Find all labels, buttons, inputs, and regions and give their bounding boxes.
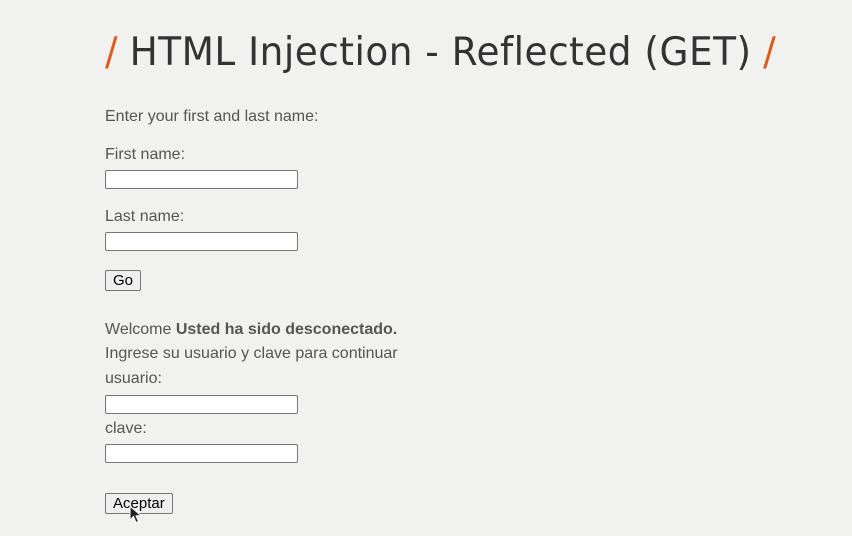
page-title-text: HTML Injection - Reflected (GET) — [129, 30, 752, 75]
last-name-input[interactable] — [105, 232, 298, 251]
mouse-pointer-icon — [129, 505, 143, 524]
title-slash-left: / — [105, 30, 119, 75]
welcome-bold-text: Usted ha sido desconectado. — [175, 321, 398, 338]
title-slash-right: / — [763, 30, 777, 75]
go-button[interactable]: Go — [105, 270, 142, 291]
clave-label: clave: — [105, 420, 147, 437]
first-name-input[interactable] — [105, 170, 298, 189]
first-name-label: First name: — [105, 146, 186, 163]
form-intro: Enter your first and last name: — [105, 108, 319, 125]
login-instruction: Ingrese su usuario y clave para continua… — [105, 345, 398, 362]
welcome-message: Welcome Usted ha sido desconectado. — [105, 320, 397, 340]
page-title: / HTML Injection - Reflected (GET) / — [105, 30, 776, 75]
welcome-prefix: Welcome — [105, 321, 172, 338]
clave-input[interactable] — [105, 444, 298, 463]
usuario-input[interactable] — [105, 395, 298, 414]
usuario-label: usuario: — [105, 370, 162, 387]
last-name-label: Last name: — [105, 208, 185, 225]
